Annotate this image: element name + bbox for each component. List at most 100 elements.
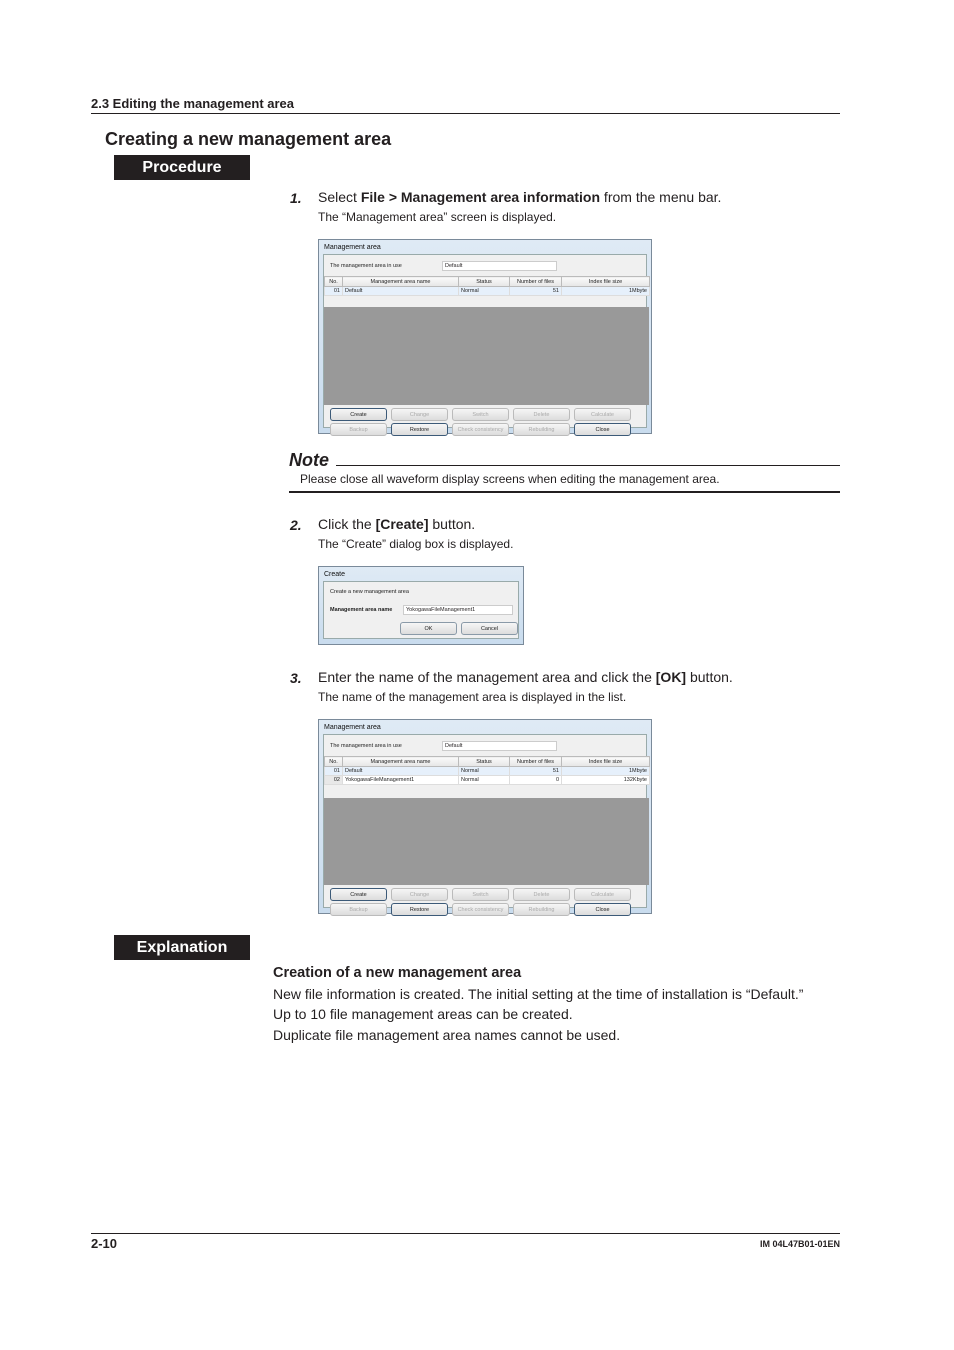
cell-status: Normal: [458, 286, 510, 296]
change-button[interactable]: Change: [391, 888, 448, 901]
create-button[interactable]: Create: [330, 888, 387, 901]
management-area-table: No. Management area name Status Number o…: [324, 756, 650, 785]
delete-button[interactable]: Delete: [513, 888, 570, 901]
table-header: No. Management area name Status Number o…: [324, 756, 650, 767]
backup-button[interactable]: Backup: [330, 423, 387, 436]
cell-files: 51: [509, 286, 562, 296]
explanation-line: Up to 10 file management areas can be cr…: [273, 1006, 573, 1022]
cell-status: Normal: [458, 775, 510, 785]
in-use-field[interactable]: Default: [442, 261, 557, 271]
create-button[interactable]: Create: [330, 408, 387, 421]
note-text: Please close all waveform display screen…: [300, 472, 720, 486]
list-empty-area: [324, 798, 649, 885]
step-3-bold: [OK]: [655, 669, 687, 685]
list-empty-area: [324, 307, 649, 405]
close-button[interactable]: Close: [574, 903, 631, 916]
step-2-pre: Click the: [318, 516, 376, 532]
cell-no: 01: [324, 286, 343, 296]
step-2-text: Click the [Create] button.: [318, 516, 475, 532]
col-size[interactable]: Index file size: [561, 756, 650, 767]
in-use-label: The management area in use: [330, 263, 402, 269]
explanation-label: Explanation: [114, 935, 250, 960]
ok-button[interactable]: OK: [400, 622, 457, 635]
cell-name: YokogawaFileManagement1: [342, 775, 459, 785]
window-body: The management area in use Default No. M…: [323, 734, 650, 916]
rebuilding-button[interactable]: Rebuilding: [513, 903, 570, 916]
dialog-body: Create a new management area Management …: [323, 581, 519, 639]
table-row[interactable]: 01 Default Normal 51 1Mbyte: [324, 766, 650, 776]
col-files[interactable]: Number of files: [509, 276, 562, 287]
explanation-heading: Creation of a new management area: [273, 965, 522, 981]
cell-size: 1Mbyte: [561, 286, 650, 296]
check-consistency-button[interactable]: Check consistency: [452, 903, 509, 916]
step-2-post: button.: [428, 516, 476, 532]
note-title: Note: [289, 450, 329, 470]
section-header: 2.3 Editing the management area: [91, 96, 295, 111]
in-use-label: The management area in use: [330, 743, 402, 749]
cell-files: 51: [509, 766, 562, 776]
col-status[interactable]: Status: [458, 276, 510, 287]
col-no[interactable]: No.: [324, 756, 343, 767]
name-label: Management area name: [330, 607, 393, 613]
col-size[interactable]: Index file size: [561, 276, 650, 287]
top-rule: [91, 113, 840, 114]
step-3-number: 3.: [290, 670, 302, 686]
col-status[interactable]: Status: [458, 756, 510, 767]
step-1-result: The “Management area” screen is displaye…: [318, 210, 557, 224]
dialog-title: Create: [324, 571, 346, 578]
step-3-text: Enter the name of the management area an…: [318, 669, 733, 685]
management-area-table: No. Management area name Status Number o…: [324, 276, 650, 296]
cancel-button[interactable]: Cancel: [461, 622, 518, 635]
backup-button[interactable]: Backup: [330, 903, 387, 916]
explanation-line: New file information is created. The ini…: [273, 986, 804, 1002]
table-row[interactable]: 02 YokogawaFileManagement1 Normal 0 132K…: [324, 775, 650, 785]
col-name[interactable]: Management area name: [342, 756, 459, 767]
footer-rule: [91, 1233, 840, 1234]
col-no[interactable]: No.: [324, 276, 343, 287]
cell-no: 01: [324, 766, 343, 776]
page-title: Creating a new management area: [105, 129, 392, 149]
document-id: IM 04L47B01-01EN: [759, 1239, 840, 1249]
step-1-pre: Select: [318, 189, 361, 205]
window-body: The management area in use Default No. M…: [323, 254, 650, 436]
change-button[interactable]: Change: [391, 408, 448, 421]
step-3-post: button.: [686, 669, 733, 685]
cell-no: 02: [324, 775, 343, 785]
step-3-pre: Enter the name of the management area an…: [318, 669, 656, 685]
step-1-number: 1.: [290, 190, 302, 206]
management-area-window-1: Management area The management area in u…: [318, 239, 652, 436]
page-number: 2-10: [91, 1236, 118, 1251]
table-header: No. Management area name Status Number o…: [324, 276, 650, 287]
delete-button[interactable]: Delete: [513, 408, 570, 421]
in-use-field[interactable]: Default: [442, 741, 557, 751]
restore-button[interactable]: Restore: [391, 903, 448, 916]
cell-files: 0: [509, 775, 562, 785]
calculate-button[interactable]: Calculate: [574, 408, 631, 421]
col-name[interactable]: Management area name: [342, 276, 459, 287]
step-1-post: from the menu bar.: [600, 189, 722, 205]
management-area-window-2: Management area The management area in u…: [318, 719, 652, 916]
dialog-heading: Create a new management area: [330, 589, 409, 595]
explanation-line: Duplicate file management area names can…: [273, 1027, 621, 1043]
cell-name: Default: [342, 766, 459, 776]
create-dialog: Create Create a new management area Mana…: [318, 566, 524, 645]
rebuilding-button[interactable]: Rebuilding: [513, 423, 570, 436]
col-files[interactable]: Number of files: [509, 756, 562, 767]
note-rule-top: [336, 465, 840, 466]
switch-button[interactable]: Switch: [452, 888, 509, 901]
check-consistency-button[interactable]: Check consistency: [452, 423, 509, 436]
window-title: Management area: [324, 244, 381, 251]
step-2-bold: [Create]: [375, 516, 429, 532]
step-1-text: Select File > Management area informatio…: [318, 189, 721, 205]
step-3-result: The name of the management area is displ…: [318, 690, 627, 704]
restore-button[interactable]: Restore: [391, 423, 448, 436]
switch-button[interactable]: Switch: [452, 408, 509, 421]
table-row[interactable]: 01 Default Normal 51 1Mbyte: [324, 286, 650, 296]
cell-size: 132Kbyte: [561, 775, 650, 785]
cell-size: 1Mbyte: [561, 766, 650, 776]
name-input[interactable]: YokogawaFileManagement1: [403, 605, 513, 615]
close-button[interactable]: Close: [574, 423, 631, 436]
step-2-number: 2.: [290, 517, 302, 533]
calculate-button[interactable]: Calculate: [574, 888, 631, 901]
window-title: Management area: [324, 724, 381, 731]
